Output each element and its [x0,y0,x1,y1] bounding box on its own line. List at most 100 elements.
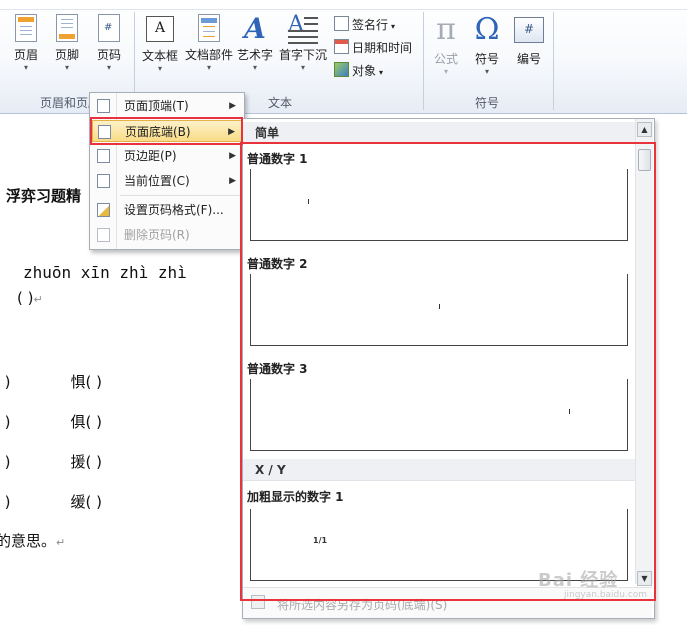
page-number-marker [439,304,440,309]
text-box-button[interactable]: A 文本框 ▾ [140,14,180,74]
row-left-paren: ( ) [0,413,11,431]
group-label-text: 文本 [267,96,292,110]
drop-cap-label: 首字下沉 [278,48,327,62]
quick-parts-button[interactable]: 文档部件 ▾ [183,14,235,73]
menu-item-remove-page-numbers[interactable]: 删除页码(R) [92,224,242,246]
page-number-label: 页码 [96,48,121,62]
page-number-button[interactable]: # 页码 ▾ [95,14,123,73]
omega-icon: Ω [474,12,500,47]
date-time-label: 日期和时间 [352,41,413,55]
drop-cap-icon: A [288,14,318,44]
row-left-paren: ( ) [0,493,11,511]
symbol-label: 符号 [474,52,499,66]
save-selection-label: 将所选内容另存为页码(底端)(S) [277,598,448,612]
chevron-down-icon: ▾ [106,63,111,72]
wordart-button[interactable]: A 艺术字 ▾ [236,14,274,73]
paren-text: ( ) [17,289,34,307]
chevron-down-icon: ▾ [23,63,28,72]
row-right-paren: ( ) [85,413,102,431]
symbol-button[interactable]: Ω 符号 ▾ [470,14,504,77]
header-icon [12,14,40,42]
submenu-arrow-icon: ▶ [228,127,235,137]
page-bottom-icon [98,125,111,139]
text-box-icon: A [146,16,174,42]
wordart-label: 艺术字 [236,48,273,62]
chevron-down-icon: ▾ [484,67,489,76]
chevron-down-icon: ▾ [300,63,305,72]
date-time-button[interactable]: 日期和时间 [334,39,412,56]
save-gallery-icon [251,595,265,609]
gallery-scrollbar[interactable]: ▲ ▼ [635,119,653,586]
row-left-paren: ( ) [0,373,11,391]
group-divider [553,12,554,110]
chevron-down-icon: ▾ [379,68,384,77]
signature-line-button[interactable]: 签名行 ▾ [334,16,395,33]
chevron-down-icon: ▾ [391,22,396,31]
scroll-down-icon[interactable]: ▼ [637,571,652,586]
document-title: 浮弈习题精 [6,187,82,205]
object-button[interactable]: 对象 ▾ [334,62,383,79]
chevron-down-icon: ▾ [252,63,257,72]
paren-line: ( )↵ [17,289,43,307]
page-number-menu: 页面顶端(T) ▶ 页面底端(B) ▶ 页边距(P) ▶ 当前位置(C) ▶ 设… [89,92,245,250]
signature-line-label: 签名行 [352,18,389,32]
scroll-up-icon[interactable]: ▲ [637,122,652,137]
wordart-icon: A [244,12,266,45]
footer-button[interactable]: 页脚 ▾ [53,14,81,73]
gallery-item-title: 加粗显示的数字 1 [247,490,344,504]
submenu-arrow-icon: ▶ [229,176,236,186]
ribbon-tab-strip [0,0,687,10]
number-label: 编号 [516,52,541,66]
text-box-label: 文本框 [141,49,178,63]
menu-item-label: 删除页码(R) [124,228,190,242]
quick-parts-label: 文档部件 [184,48,233,62]
page-margin-icon [97,149,110,163]
doc-row: ( )缓( ) [0,491,102,512]
gallery-item-plain-number-2[interactable] [250,274,628,346]
menu-item-label: 当前位置(C) [124,174,190,188]
baidu-watermark-url: jingyan.baidu.com [564,590,648,600]
row-char: 俱 [70,413,86,431]
page-bottom-gallery: 简单 普通数字 1 普通数字 2 普通数字 3 X / Y 加粗显示的数字 1 … [242,118,655,619]
header-button[interactable]: 页眉 ▾ [12,14,40,73]
gallery-item-plain-number-3[interactable] [250,379,628,451]
pi-icon: π [436,12,456,47]
menu-item-bottom-of-page[interactable]: 页面底端(B) ▶ [92,120,242,142]
group-label-symbols: 符号 [474,96,499,110]
menu-item-top-of-page[interactable]: 页面顶端(T) ▶ [92,95,242,117]
gallery-item-title: 普通数字 2 [247,257,308,271]
chevron-down-icon: ▾ [206,63,211,72]
baidu-watermark: Bai 经验 [538,570,619,591]
menu-item-format-page-numbers[interactable]: 设置页码格式(F)... [92,199,242,221]
page-number-marker [569,409,570,414]
header-label: 页眉 [13,48,38,62]
gallery-section-simple: 简单 [243,122,635,144]
paragraph-mark: ↵ [33,293,43,306]
row-right-paren: ( ) [85,373,102,391]
equation-button[interactable]: π 公式 ▾ [428,14,464,77]
group-divider [423,12,424,110]
meaning-line: 的意思。↵ [0,530,65,551]
row-char: 援 [70,453,86,471]
menu-item-current-position[interactable]: 当前位置(C) ▶ [92,170,242,192]
row-right-paren: ( ) [85,453,102,471]
chevron-down-icon: ▾ [443,67,448,76]
remove-page-number-icon [97,228,110,242]
gallery-item-plain-number-1[interactable] [250,169,628,241]
page-number-marker [308,199,309,204]
doc-row: ( )援( ) [0,451,102,472]
doc-row: ( )俱( ) [0,411,102,432]
scrollbar-thumb[interactable] [638,149,651,171]
menu-item-page-margins[interactable]: 页边距(P) ▶ [92,145,242,167]
row-left-paren: ( ) [0,453,11,471]
format-page-number-icon [97,203,110,217]
drop-cap-button[interactable]: A 首字下沉 ▾ [278,14,328,73]
doc-row: ( )惧( ) [0,371,102,392]
menu-item-label: 页面顶端(T) [124,99,189,113]
number-button[interactable]: # 编号 [512,14,546,67]
calendar-icon [334,39,349,54]
menu-item-label: 页面底端(B) [125,125,191,139]
gallery-item-title: 普通数字 3 [247,362,308,376]
equation-label: 公式 [433,52,458,66]
submenu-arrow-icon: ▶ [229,151,236,161]
